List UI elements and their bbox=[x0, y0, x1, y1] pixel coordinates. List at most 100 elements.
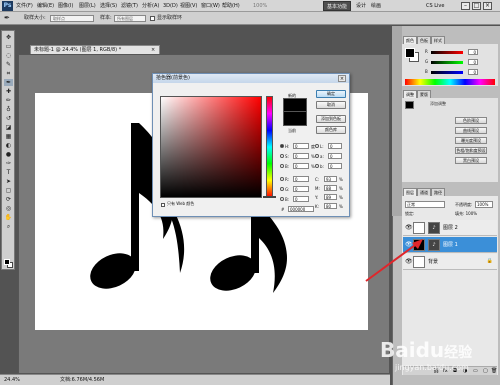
color-libraries-button[interactable]: 颜色库 bbox=[316, 126, 346, 134]
slider-b-value[interactable]: 0 bbox=[468, 69, 478, 75]
sample-layers-select[interactable]: 所有图层 bbox=[114, 15, 146, 22]
hex-input[interactable]: 000000 bbox=[288, 206, 314, 212]
shape-tool-icon[interactable]: ▢ bbox=[4, 187, 13, 194]
hue-slider[interactable] bbox=[266, 96, 273, 198]
document-tab[interactable]: 未标题-1 @ 24.4% (图层 1, RGB/8) * × bbox=[30, 45, 160, 54]
foreground-color-swatch[interactable] bbox=[4, 259, 10, 265]
saturation-brightness-field[interactable] bbox=[160, 96, 262, 198]
field-y-value[interactable]: 89 bbox=[324, 194, 337, 200]
workspace-painting-button[interactable]: 绘画 bbox=[371, 1, 381, 11]
tab-channels[interactable]: 通道 bbox=[417, 188, 431, 196]
field-c-value[interactable]: 93 bbox=[324, 176, 337, 182]
menu-view[interactable]: 视图(V) bbox=[180, 0, 197, 12]
type-tool-icon[interactable]: T bbox=[4, 169, 13, 176]
opacity-input[interactable]: 100% bbox=[475, 201, 493, 208]
document-close-icon[interactable]: × bbox=[151, 46, 155, 55]
field-k-value[interactable]: 80 bbox=[324, 203, 337, 209]
crop-tool-icon[interactable]: ⌗ bbox=[4, 70, 13, 77]
radio-h[interactable] bbox=[280, 144, 284, 148]
layer-row[interactable]: 👁 ♪ 图层 2 bbox=[403, 220, 497, 236]
radio-a[interactable] bbox=[315, 154, 319, 158]
field-blue[interactable]: B: 0 bbox=[280, 196, 320, 203]
new-layer-icon[interactable]: ▢ bbox=[483, 368, 488, 374]
lasso-tool-icon[interactable]: ◌ bbox=[4, 52, 13, 59]
field-a[interactable]: a: 0 bbox=[315, 153, 349, 160]
tab-layers[interactable]: 图层 bbox=[403, 188, 417, 196]
clone-stamp-tool-icon[interactable]: ♁ bbox=[4, 106, 13, 113]
hue-saturation-preset-button[interactable]: 色相/饱和度预设 bbox=[455, 147, 487, 154]
radio-blue[interactable] bbox=[280, 197, 284, 201]
close-icon[interactable]: × bbox=[483, 2, 492, 10]
field-g-value[interactable]: 0 bbox=[293, 186, 309, 192]
field-m[interactable]: M: 88 % bbox=[315, 185, 349, 192]
sample-size-select[interactable]: 取样点 bbox=[50, 15, 94, 22]
field-lab-b-value[interactable]: 0 bbox=[328, 163, 342, 169]
blend-mode-select[interactable]: 正常 bbox=[405, 201, 445, 208]
only-web-colors-checkbox[interactable] bbox=[161, 203, 165, 207]
field-s-value[interactable]: 0 bbox=[293, 153, 309, 159]
radio-l[interactable] bbox=[315, 144, 319, 148]
brush-tool-icon[interactable]: ✏ bbox=[4, 97, 13, 104]
menu-3d[interactable]: 3D(D) bbox=[163, 0, 178, 12]
panel-foreground-swatch[interactable] bbox=[405, 48, 415, 58]
zoom-level-menu[interactable]: 100% bbox=[253, 0, 267, 12]
tab-styles[interactable]: 样式 bbox=[431, 36, 445, 44]
blur-tool-icon[interactable]: ◐ bbox=[4, 142, 13, 149]
3d-camera-tool-icon[interactable]: ◎ bbox=[4, 205, 13, 212]
field-h-value[interactable]: 0 bbox=[293, 143, 309, 149]
cs-live-button[interactable]: CS Live bbox=[426, 1, 444, 11]
status-zoom[interactable]: 24.4% bbox=[4, 375, 20, 385]
eyedropper-tool-icon[interactable]: ✒ bbox=[4, 12, 10, 25]
healing-brush-tool-icon[interactable]: ✚ bbox=[4, 88, 13, 95]
radio-s[interactable] bbox=[280, 154, 284, 158]
workspace-design-button[interactable]: 设计 bbox=[356, 1, 366, 11]
hue-slider-marker[interactable] bbox=[263, 196, 276, 199]
eraser-tool-icon[interactable]: ◪ bbox=[4, 124, 13, 131]
field-blue-value[interactable]: 0 bbox=[293, 196, 309, 202]
menu-image[interactable]: 图像(I) bbox=[58, 0, 73, 12]
slider-r-value[interactable]: 0 bbox=[468, 49, 478, 55]
tab-swatches[interactable]: 色板 bbox=[417, 36, 431, 44]
curves-preset-button[interactable]: 曲线预设 bbox=[455, 127, 487, 134]
field-r[interactable]: R: 0 bbox=[280, 176, 320, 183]
maximize-icon[interactable]: □ bbox=[472, 2, 481, 10]
exposure-preset-button[interactable]: 曝光度预设 bbox=[455, 137, 487, 144]
history-brush-tool-icon[interactable]: ↺ bbox=[4, 115, 13, 122]
field-h[interactable]: H: 0 度 bbox=[280, 143, 320, 150]
radio-lab-b[interactable] bbox=[315, 164, 319, 168]
fill-value[interactable]: 100% bbox=[466, 211, 477, 216]
delete-layer-icon[interactable]: 🗑 bbox=[491, 368, 497, 374]
move-tool-icon[interactable]: ✥ bbox=[4, 34, 13, 41]
3d-rotate-tool-icon[interactable]: ⟳ bbox=[4, 196, 13, 203]
field-a-value[interactable]: 0 bbox=[328, 153, 342, 159]
field-g[interactable]: G: 0 bbox=[280, 186, 320, 193]
visibility-eye-icon[interactable]: 👁 bbox=[405, 224, 413, 232]
workspace-essentials-button[interactable]: 基本功能 bbox=[323, 1, 351, 11]
field-m-value[interactable]: 88 bbox=[324, 185, 337, 191]
field-l-value[interactable]: 0 bbox=[328, 143, 342, 149]
field-l[interactable]: L: 0 bbox=[315, 143, 349, 150]
tab-adjustments[interactable]: 调整 bbox=[403, 90, 417, 98]
field-y[interactable]: Y: 89 % bbox=[315, 194, 349, 201]
menu-filter[interactable]: 滤镜(T) bbox=[121, 0, 138, 12]
tab-paths[interactable]: 路径 bbox=[431, 188, 445, 196]
field-b[interactable]: B: 0 % bbox=[280, 163, 320, 170]
field-b-value[interactable]: 0 bbox=[293, 163, 309, 169]
current-color-preview[interactable] bbox=[283, 112, 307, 126]
radio-g[interactable] bbox=[280, 187, 284, 191]
field-c[interactable]: C: 93 % bbox=[315, 176, 349, 183]
marquee-tool-icon[interactable]: ▭ bbox=[4, 43, 13, 50]
slider-g-value[interactable]: 0 bbox=[468, 59, 478, 65]
field-s[interactable]: S: 0 % bbox=[280, 153, 320, 160]
slider-g[interactable] bbox=[431, 61, 463, 64]
radio-b[interactable] bbox=[280, 164, 284, 168]
tab-color[interactable]: 颜色 bbox=[403, 36, 417, 44]
adjustment-icon[interactable] bbox=[405, 101, 414, 109]
menu-file[interactable]: 文件(F) bbox=[16, 0, 33, 12]
menu-select[interactable]: 选择(S) bbox=[100, 0, 117, 12]
slider-b[interactable] bbox=[431, 71, 463, 74]
gradient-tool-icon[interactable]: ▦ bbox=[4, 133, 13, 140]
menu-help[interactable]: 帮助(H) bbox=[222, 0, 240, 12]
field-r-value[interactable]: 0 bbox=[293, 176, 309, 182]
radio-r[interactable] bbox=[280, 177, 284, 181]
